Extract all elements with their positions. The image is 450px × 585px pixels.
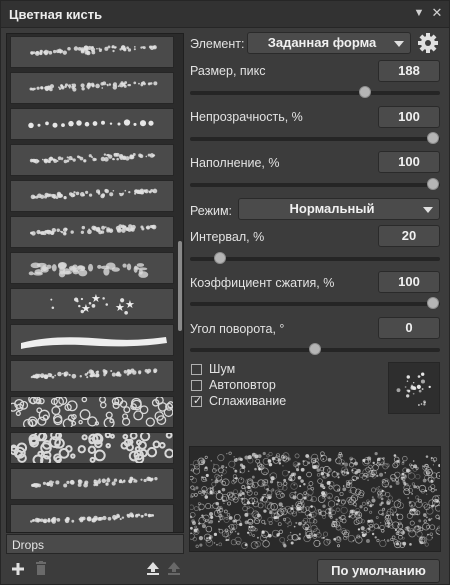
- selected-brush-name-field: Drops: [6, 534, 184, 554]
- angle-slider[interactable]: [190, 343, 440, 357]
- selected-brush-name: Drops: [12, 538, 45, 552]
- interval-slider-knob[interactable]: [214, 252, 226, 264]
- import-brush-icon[interactable]: [145, 561, 161, 577]
- compression-slider[interactable]: [190, 297, 440, 311]
- size-slider-knob[interactable]: [359, 86, 371, 98]
- opacity-input[interactable]: 100: [378, 106, 440, 128]
- brush-item-stroke-2[interactable]: [10, 72, 174, 104]
- compression-slider-knob[interactable]: [427, 297, 439, 309]
- compression-label: Коэффициент сжатия, %: [190, 276, 335, 290]
- compression-input[interactable]: 100: [378, 271, 440, 293]
- autorepeat-label: Автоповтор: [209, 378, 276, 392]
- panel-title: Цветная кисть: [9, 7, 103, 22]
- chevron-down-icon: [394, 41, 404, 47]
- interval-label: Интервал, %: [190, 230, 265, 244]
- smoothing-label: Сглаживание: [209, 394, 287, 408]
- close-icon[interactable]: ✕: [429, 5, 445, 21]
- autorepeat-checkbox[interactable]: [191, 380, 202, 391]
- brush-item-bubbles[interactable]: [10, 396, 174, 428]
- mode-label: Режим:: [190, 204, 233, 218]
- brush-list-scrollbar[interactable]: [177, 36, 183, 530]
- export-brush-icon[interactable]: [166, 561, 182, 577]
- size-input[interactable]: 188: [378, 60, 440, 82]
- reset-default-button[interactable]: По умолчанию: [317, 559, 440, 583]
- color-brush-panel: Цветная кисть ▼ ✕ ★ ★ ★ ★ Drops Элемент: За…: [0, 0, 450, 585]
- size-slider[interactable]: [190, 86, 440, 100]
- brush-item-drops[interactable]: [10, 432, 174, 464]
- noise-label: Шум: [209, 362, 236, 376]
- fill-label: Наполнение, %: [190, 156, 280, 170]
- opacity-slider[interactable]: [190, 132, 440, 146]
- add-brush-icon[interactable]: [11, 562, 27, 578]
- brush-item-stroke-4[interactable]: [10, 144, 174, 176]
- chevron-down-icon: [423, 207, 433, 213]
- fill-slider-knob[interactable]: [427, 178, 439, 190]
- element-label: Элемент:: [190, 37, 245, 51]
- panel-titlebar: Цветная кисть ▼ ✕: [1, 1, 449, 28]
- fill-input[interactable]: 100: [378, 151, 440, 173]
- angle-slider-knob[interactable]: [309, 343, 321, 355]
- brush-item-stroke-5[interactable]: [10, 180, 174, 212]
- brush-item-leaves[interactable]: [10, 252, 174, 284]
- angle-input[interactable]: 0: [378, 317, 440, 339]
- brush-item-stroke-6[interactable]: [10, 216, 174, 248]
- opacity-slider-knob[interactable]: [427, 132, 439, 144]
- panel-menu-icon[interactable]: ▼: [411, 5, 427, 21]
- brush-item-stroke-13[interactable]: [10, 468, 174, 500]
- svg-text:★: ★: [91, 292, 101, 305]
- mode-dropdown-value: Нормальный: [289, 201, 375, 216]
- interval-input[interactable]: 20: [378, 225, 440, 247]
- brush-list[interactable]: ★ ★ ★ ★: [6, 33, 184, 533]
- element-dropdown[interactable]: Заданная форма: [247, 32, 411, 54]
- check-icon: ✓: [193, 395, 203, 407]
- size-label: Размер, пикс: [190, 64, 266, 78]
- smoothing-checkbox[interactable]: ✓: [191, 395, 203, 407]
- brush-item-stroke-10[interactable]: [10, 360, 174, 392]
- element-dropdown-value: Заданная форма: [267, 35, 377, 50]
- noise-checkbox[interactable]: [191, 364, 202, 375]
- fill-slider[interactable]: [190, 178, 440, 192]
- mode-dropdown[interactable]: Нормальный: [238, 198, 440, 220]
- brush-item-stars[interactable]: ★ ★ ★ ★: [10, 288, 174, 320]
- svg-text:★: ★: [115, 301, 125, 314]
- interval-slider[interactable]: [190, 252, 440, 266]
- brush-item-solid[interactable]: [10, 324, 174, 356]
- svg-text:★: ★: [81, 302, 91, 315]
- angle-label: Угол поворота, °: [190, 322, 285, 336]
- brush-item-dots[interactable]: [10, 108, 174, 140]
- gear-icon[interactable]: [417, 32, 439, 54]
- brush-item-stroke-14[interactable]: [10, 504, 174, 532]
- delete-brush-icon[interactable]: [34, 561, 50, 577]
- brush-tip-preview: [388, 362, 440, 414]
- brush-item-stroke-1[interactable]: [10, 36, 174, 68]
- brush-stroke-preview: [189, 446, 441, 552]
- svg-text:★: ★: [125, 298, 135, 311]
- opacity-label: Непрозрачность, %: [190, 110, 303, 124]
- scrollbar-thumb[interactable]: [178, 241, 182, 331]
